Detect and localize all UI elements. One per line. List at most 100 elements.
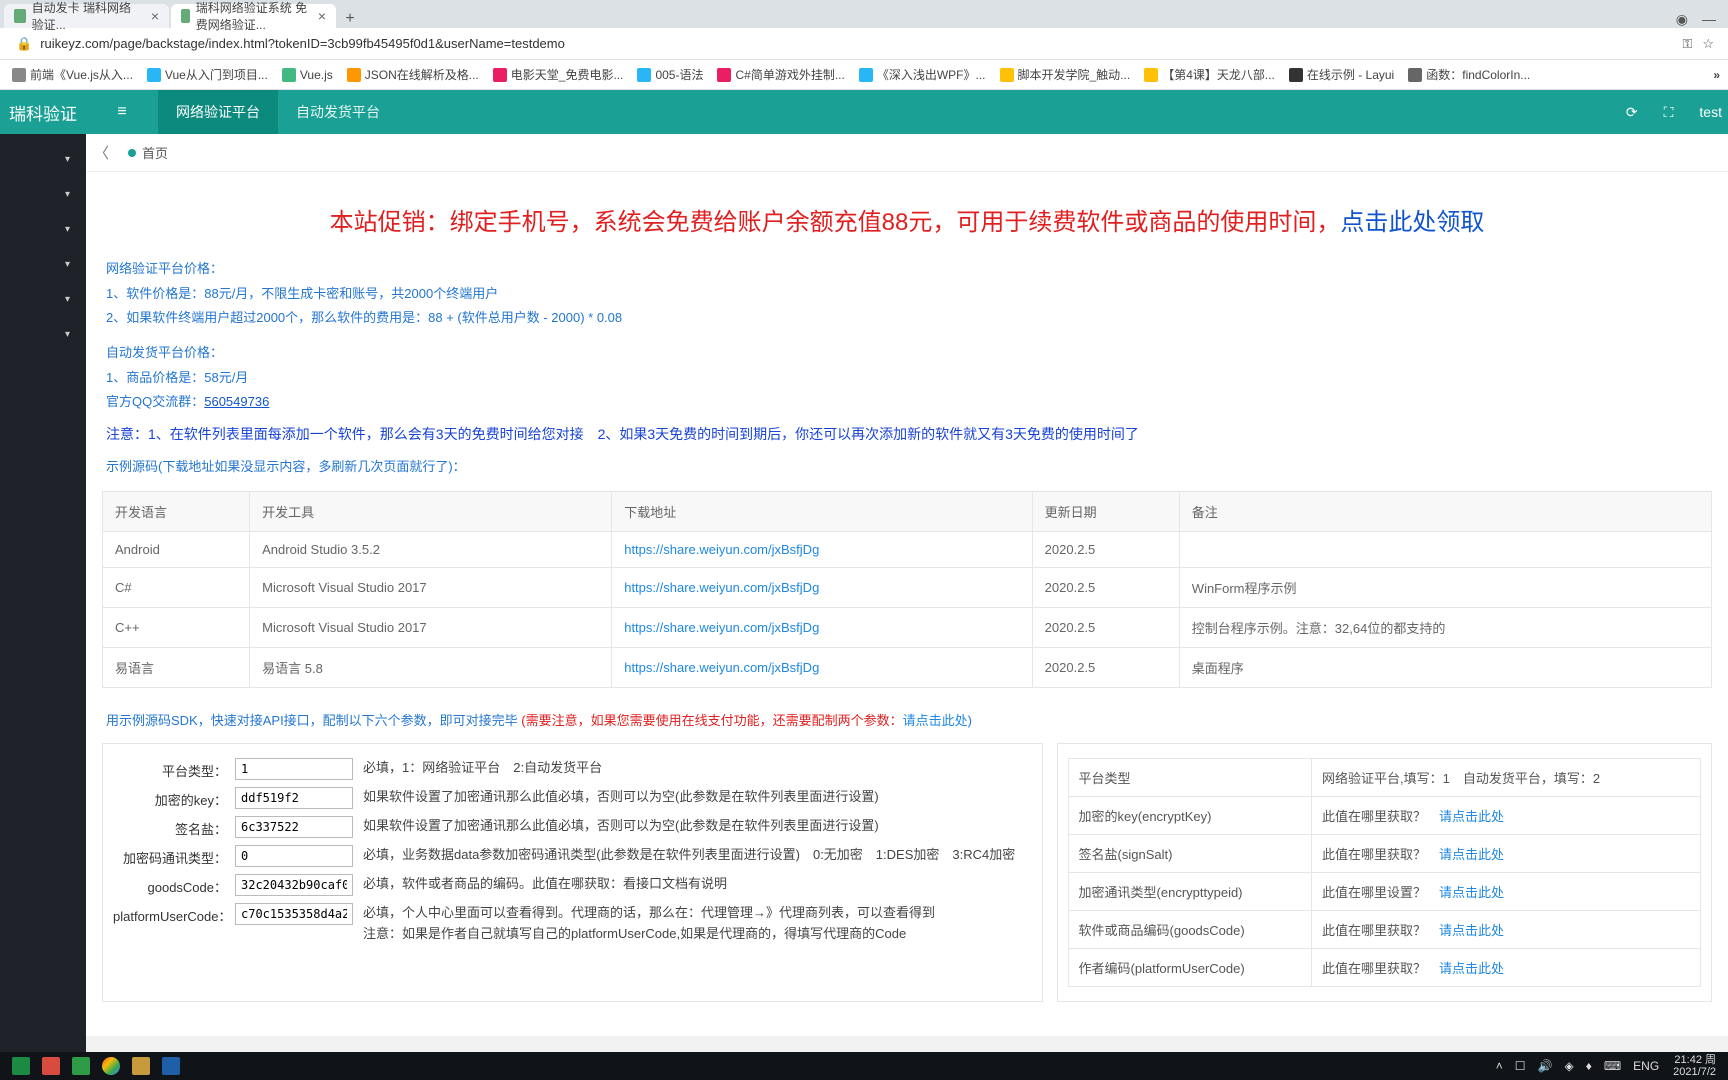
tab-title: 瑞科网络验证系统 免费网络验证... (196, 0, 310, 33)
close-icon[interactable]: × (151, 8, 159, 24)
browser-tab[interactable]: 自动发卡 瑞科网络验证... × (4, 4, 169, 28)
chevron-down-icon[interactable]: ▾ (0, 317, 86, 352)
bookmark-item[interactable]: JSON在线解析及格... (343, 64, 483, 85)
sdk-pay-link[interactable]: 请点击此处 (903, 713, 968, 728)
field-hint: 必填，个人中心里面可以查看得到。代理商的话，那么在：代理管理→》代理商列表，可以… (363, 903, 1032, 945)
back-icon[interactable]: 〈 (94, 142, 118, 163)
active-dot-icon (128, 149, 136, 157)
table-row: C++Microsoft Visual Studio 2017https://s… (103, 607, 1712, 647)
download-link[interactable]: https://share.weiyun.com/jxBsfjDg (624, 620, 819, 635)
param-form: 平台类型：必填，1：网络验证平台 2:自动发货平台加密的key：如果软件设置了加… (102, 743, 1043, 1002)
param-input[interactable] (235, 903, 353, 925)
key-icon[interactable]: ⚿ (1682, 36, 1692, 52)
param-input[interactable] (235, 845, 353, 867)
param-reference: 平台类型网络验证平台,填写：1 自动发货平台，填写：2加密的key(encryp… (1057, 743, 1712, 1002)
overflow-icon[interactable]: » (1713, 68, 1720, 82)
bookmark-item[interactable]: 【第4课】天龙八部... (1140, 64, 1279, 85)
taskbar-app[interactable] (126, 1055, 156, 1077)
source-note: 示例源码(下载地址如果没显示内容，多刷新几次页面就行了)： (86, 448, 1728, 483)
table-header: 开发语言 (103, 491, 250, 531)
field-label: 平台类型： (113, 758, 235, 780)
fullscreen-icon[interactable]: ⛶ (1664, 104, 1674, 121)
chevron-down-icon[interactable]: ▾ (0, 247, 86, 282)
chevron-down-icon[interactable]: ▾ (0, 212, 86, 247)
download-link[interactable]: https://share.weiyun.com/jxBsfjDg (624, 660, 819, 675)
nav-network-verify[interactable]: 网络验证平台 (158, 90, 278, 134)
user-icon[interactable]: ◉ (1676, 11, 1688, 28)
tab-label: 首页 (142, 143, 168, 162)
bookmark-item[interactable]: 函数：findColorIn... (1404, 64, 1534, 85)
table-row: C#Microsoft Visual Studio 2017https://sh… (103, 567, 1712, 607)
new-tab-button[interactable]: + (338, 10, 362, 28)
ref-link[interactable]: 请点击此处 (1439, 923, 1504, 938)
table-header: 下载地址 (612, 491, 1032, 531)
field-hint: 必填，业务数据data参数加密码通讯类型(此参数是在软件列表里面进行设置) 0:… (363, 845, 1032, 866)
table-row: 软件或商品编码(goodsCode)此值在哪里获取？ 请点击此处 (1068, 910, 1700, 948)
field-hint: 如果软件设置了加密通讯那么此值必填，否则可以为空(此参数是在软件列表里面进行设置… (363, 816, 1032, 837)
brand-logo: 瑞科验证 (0, 100, 86, 125)
start-button[interactable] (6, 1055, 36, 1077)
tray-icon[interactable]: ⌨ (1600, 1059, 1625, 1073)
field-label: 加密码通讯类型： (113, 845, 235, 867)
download-link[interactable]: https://share.weiyun.com/jxBsfjDg (624, 542, 819, 557)
sidebar: ▾ ▾ ▾ ▾ ▾ ▾ (0, 134, 86, 1052)
table-row: AndroidAndroid Studio 3.5.2https://share… (103, 531, 1712, 567)
param-input[interactable] (235, 758, 353, 780)
ref-link[interactable]: 请点击此处 (1439, 809, 1504, 824)
refresh-icon[interactable]: ⟳ (1626, 104, 1638, 121)
username[interactable]: test (1699, 104, 1722, 120)
clock[interactable]: 21:42 周 2021/7/2 (1667, 1054, 1722, 1078)
main-panel: 〈 首页 本站促销：绑定手机号，系统会免费给账户余额充值88元，可用于续费软件或… (86, 134, 1728, 1052)
field-hint: 必填，1：网络验证平台 2:自动发货平台 (363, 758, 1032, 779)
tab-title: 自动发卡 瑞科网络验证... (32, 0, 143, 33)
url-text[interactable]: ruikeyz.com/page/backstage/index.html?to… (40, 36, 565, 51)
bookmark-item[interactable]: 脚本开发学院_触动... (996, 64, 1135, 85)
qq-group-link[interactable]: 560549736 (204, 394, 269, 409)
tray-icon[interactable]: ◈ (1560, 1059, 1577, 1073)
param-input[interactable] (235, 874, 353, 896)
field-hint: 必填，软件或者商品的编码。此值在哪获取：看接口文档有说明 (363, 874, 1032, 895)
promo-banner: 本站促销：绑定手机号，系统会免费给账户余额充值88元，可用于续费软件或商品的使用… (86, 186, 1728, 257)
download-link[interactable]: https://share.weiyun.com/jxBsfjDg (624, 580, 819, 595)
bookmark-item[interactable]: 《深入浅出WPF》... (855, 64, 990, 85)
chevron-down-icon[interactable]: ▾ (0, 282, 86, 317)
browser-tab[interactable]: 瑞科网络验证系统 免费网络验证... × (171, 4, 336, 28)
tray-expand-icon[interactable]: ˄ (1492, 1059, 1507, 1073)
bookmark-item[interactable]: 在线示例 - Layui (1285, 64, 1398, 85)
browser-tab-strip: 自动发卡 瑞科网络验证... × 瑞科网络验证系统 免费网络验证... × + … (0, 0, 1728, 28)
star-icon[interactable]: ☆ (1702, 36, 1714, 52)
nav-auto-ship[interactable]: 自动发货平台 (278, 90, 398, 134)
tab-home[interactable]: 首页 (118, 139, 178, 166)
table-row: 平台类型网络验证平台,填写：1 自动发货平台，填写：2 (1068, 758, 1700, 796)
bookmark-item[interactable]: Vue从入门到项目... (143, 64, 272, 85)
param-input[interactable] (235, 816, 353, 838)
bookmark-item[interactable]: Vue.js (278, 66, 337, 84)
taskbar-app[interactable] (66, 1055, 96, 1077)
tray-icon[interactable]: ☐ (1511, 1059, 1530, 1073)
ref-link[interactable]: 请点击此处 (1439, 847, 1504, 862)
table-row: 作者编码(platformUserCode)此值在哪里获取？ 请点击此处 (1068, 948, 1700, 986)
chevron-down-icon[interactable]: ▾ (0, 142, 86, 177)
tray-icon[interactable]: ♦ (1582, 1059, 1596, 1073)
taskbar-app[interactable] (156, 1055, 186, 1077)
page-tabbar: 〈 首页 (86, 134, 1728, 172)
minimize-icon[interactable]: — (1702, 11, 1716, 28)
table-row: 签名盐(signSalt)此值在哪里获取？ 请点击此处 (1068, 834, 1700, 872)
bookmark-item[interactable]: 电影天堂_免费电影... (489, 64, 628, 85)
param-input[interactable] (235, 787, 353, 809)
bookmark-item[interactable]: 前端《Vue.js从入... (8, 64, 137, 85)
bookmark-item[interactable]: C#简单游戏外挂制... (713, 64, 848, 85)
taskbar-app[interactable] (36, 1055, 66, 1077)
close-icon[interactable]: × (318, 8, 326, 24)
ime-indicator[interactable]: ENG (1629, 1059, 1663, 1073)
tray-icon[interactable]: 🔊 (1534, 1059, 1557, 1073)
taskbar-app[interactable] (96, 1055, 126, 1077)
app-header: 瑞科验证 ≡ 网络验证平台 自动发货平台 ⟳ ⛶ test (0, 90, 1728, 134)
ref-link[interactable]: 请点击此处 (1439, 885, 1504, 900)
hamburger-icon[interactable]: ≡ (86, 90, 158, 134)
bookmark-item[interactable]: 005-语法 (633, 64, 707, 85)
table-row: 易语言易语言 5.8https://share.weiyun.com/jxBsf… (103, 647, 1712, 687)
promo-link[interactable]: 点击此处领取 (1340, 209, 1484, 236)
chevron-down-icon[interactable]: ▾ (0, 177, 86, 212)
ref-link[interactable]: 请点击此处 (1439, 961, 1504, 976)
